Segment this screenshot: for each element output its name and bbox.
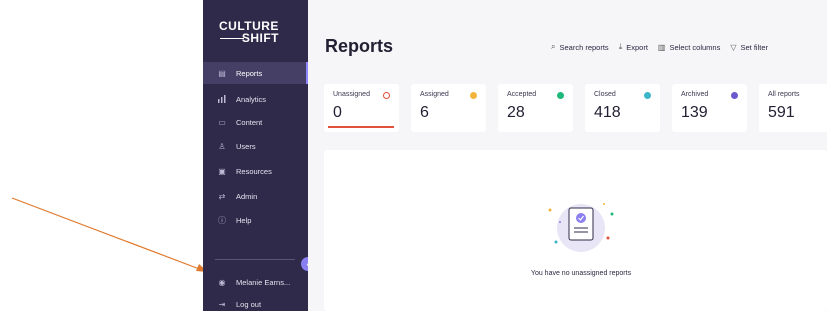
filter-icon: ▽ (730, 42, 737, 52)
sidebar-item-label: Admin (236, 191, 258, 201)
selected-underline (328, 126, 394, 128)
sidebar-item-resources[interactable]: ▣ Resources (203, 160, 308, 182)
page-title: Reports (325, 36, 394, 56)
stat-value: 418 (594, 104, 621, 121)
report-icon: ▤ (218, 68, 226, 78)
search-label: Search reports (559, 42, 609, 52)
sliders-icon: ⇄ (218, 191, 226, 201)
sidebar-item-analytics[interactable]: Analytics (203, 88, 308, 110)
logout-label: Log out (236, 299, 262, 309)
export-label: Export (626, 42, 648, 52)
brand-logo: CULTURE SHIFT (219, 20, 299, 44)
logo-dash (220, 38, 244, 39)
search-button[interactable]: ⌕ Search reports (551, 42, 609, 52)
empty-state-message: You have no unassigned reports (530, 270, 632, 277)
sidebar-item-reports[interactable]: ▤ Reports (203, 62, 308, 84)
sidebar: CULTURE SHIFT ▤ Reports Analytics ▭ Cont… (203, 0, 308, 311)
stat-value: 591 (768, 104, 795, 121)
status-dot (383, 92, 390, 99)
user-profile[interactable]: ◉ Melanie Earns... (203, 271, 308, 293)
folder-icon: ▣ (218, 166, 226, 176)
select-columns-button[interactable]: ▥ Select columns (658, 42, 720, 52)
stat-label: Assigned (420, 91, 449, 98)
stat-card-accepted[interactable]: Accepted 28 (498, 84, 573, 132)
stat-label: Archived (681, 91, 709, 98)
sidebar-item-help[interactable]: ⓘ Help (203, 209, 308, 231)
stat-card-assigned[interactable]: Assigned 6 (411, 84, 486, 132)
logout-icon: ⇥ (218, 299, 226, 309)
status-dot (470, 92, 477, 99)
download-icon: ⤓ (618, 42, 623, 51)
sidebar-divider (215, 259, 295, 260)
stat-value: 0 (333, 104, 342, 121)
status-dot (557, 92, 564, 99)
bar-chart-icon (215, 95, 229, 103)
columns-icon: ▥ (657, 42, 666, 52)
stat-card-unassigned[interactable]: Unassigned 0 (324, 84, 399, 132)
stat-value: 139 (681, 104, 708, 121)
status-dot (644, 92, 651, 99)
stat-label: Unassigned (333, 91, 370, 98)
sidebar-item-label: Resources (236, 166, 272, 176)
stat-card-archived[interactable]: Archived 139 (672, 84, 747, 132)
sidebar-item-label: Users (236, 141, 256, 151)
sidebar-item-content[interactable]: ▭ Content (203, 111, 308, 133)
empty-state-card: You have no unassigned reports (324, 150, 827, 311)
main-content: Reports ⌕ Search reports ⤓ Export ▥ Sele… (308, 0, 827, 311)
stat-value: 6 (420, 104, 429, 121)
info-icon: ⓘ (218, 215, 226, 225)
stat-value: 28 (507, 104, 525, 121)
sidebar-item-label: Content (236, 117, 263, 127)
user-circle-icon: ◉ (218, 277, 226, 287)
stat-card-closed[interactable]: Closed 418 (585, 84, 660, 132)
search-icon: ⌕ (551, 42, 556, 51)
status-dot (731, 92, 738, 99)
set-filter-label: Set filter (740, 42, 769, 52)
image-icon: ▭ (218, 117, 226, 127)
stat-label: All reports (768, 91, 800, 98)
sidebar-item-admin[interactable]: ⇄ Admin (203, 185, 308, 207)
stat-card-all-reports[interactable]: All reports 591 (759, 84, 827, 132)
stat-label: Closed (594, 91, 616, 98)
toolbar: ⌕ Search reports ⤓ Export ▥ Select colum… (551, 42, 768, 52)
user-name: Melanie Earns... (236, 277, 291, 287)
user-icon: ♙ (218, 141, 226, 151)
stat-label: Accepted (507, 91, 537, 98)
select-columns-label: Select columns (669, 42, 721, 52)
export-button[interactable]: ⤓ Export (619, 42, 648, 52)
logout-link[interactable]: ⇥ Log out (203, 293, 308, 315)
set-filter-button[interactable]: ▽ Set filter (730, 42, 768, 52)
sidebar-item-label: Help (236, 215, 252, 225)
empty-reports-illustration (548, 203, 614, 252)
sidebar-item-label: Reports (236, 68, 263, 78)
sidebar-item-users[interactable]: ♙ Users (203, 135, 308, 157)
sidebar-item-label: Analytics (236, 94, 267, 104)
brand-line2: SHIFT (241, 31, 279, 45)
